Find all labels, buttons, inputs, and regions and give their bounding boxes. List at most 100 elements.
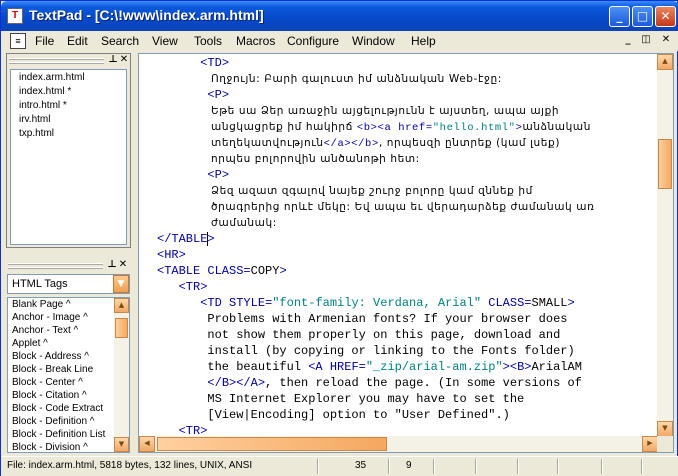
clip-item[interactable]: Block - Center ^ — [12, 377, 83, 388]
document-item[interactable]: index.html * — [19, 86, 71, 97]
code-line[interactable]: Problems with Armenian fonts? If your br… — [157, 311, 567, 327]
menu-configure[interactable]: Configure — [287, 34, 339, 48]
menu-help[interactable]: Help — [411, 34, 436, 48]
dropdown-arrow-icon[interactable]: ▼ — [113, 275, 129, 293]
clip-item[interactable]: Block - Code Extract — [12, 403, 103, 414]
menu-edit[interactable]: Edit — [67, 34, 88, 48]
vertical-scrollbar[interactable]: ▲ ▼ — [657, 54, 673, 437]
clip-item[interactable]: Anchor - Image ^ — [12, 312, 88, 323]
document-item[interactable]: txp.html — [19, 128, 54, 139]
code-line[interactable]: MS Internet Explorer you may have to set… — [157, 391, 524, 407]
vertical-scroll-thumb[interactable] — [658, 139, 672, 189]
scroll-left-icon[interactable]: ◀ — [139, 436, 155, 452]
clip-item[interactable]: Block - Address ^ — [12, 351, 89, 362]
clip-item[interactable]: Applet ^ — [12, 338, 48, 349]
clip-library-header[interactable]: ⊥ ✕ — [6, 259, 131, 273]
status-divider — [601, 459, 603, 474]
document-item[interactable]: irv.html — [19, 114, 50, 125]
menu-search[interactable]: Search — [101, 34, 139, 48]
scroll-up-icon[interactable]: ▲ — [114, 298, 129, 313]
document-list[interactable]: index.arm.html index.html * intro.html *… — [10, 69, 127, 245]
clip-item[interactable]: Block - Division ^ — [12, 442, 88, 452]
code-line[interactable]: <P> — [157, 87, 229, 103]
code-area[interactable]: <TD> Ողջույն: Բարի գալուստ իմ անձնական We… — [153, 54, 653, 438]
menu-window[interactable]: Window — [352, 34, 395, 48]
pane-grip[interactable] — [9, 58, 104, 60]
menu-bar: ≡ File Edit Search View Tools Macros Con… — [1, 31, 678, 51]
code-line[interactable]: install (by copying or linking to the Fo… — [157, 343, 574, 359]
code-line[interactable]: անցկացրեք իմ հակիրճ <b><a href="hello.ht… — [211, 119, 591, 136]
clip-item[interactable]: Blank Page ^ — [12, 299, 71, 310]
horizontal-scroll-thumb[interactable] — [157, 437, 387, 451]
code-text: , որպեսզի ընտրեք (կամ լսեք) — [378, 137, 561, 149]
clip-item[interactable]: Block - Break Line — [12, 364, 93, 375]
close-button[interactable]: ✕ — [655, 6, 676, 27]
document-selector-header[interactable]: ⊥ ✕ — [7, 54, 130, 68]
scroll-right-icon[interactable]: ▶ — [642, 436, 658, 452]
code-text: MS Internet Explorer you may have to set… — [157, 392, 525, 406]
close-pane-icon[interactable]: ✕ — [118, 54, 130, 66]
pane-grip[interactable] — [9, 62, 104, 64]
menu-view[interactable]: View — [152, 34, 178, 48]
code-tag: <HR> — [157, 248, 186, 262]
clip-item[interactable]: Block - Definition List — [12, 429, 105, 440]
document-minimize-button[interactable]: _ — [620, 33, 636, 47]
code-line[interactable]: the beautiful <A HREF="_zip/arial-am.zip… — [157, 359, 582, 375]
code-text: [View|Encoding] option to "User Defined"… — [157, 408, 510, 422]
code-line[interactable]: <TD> — [157, 55, 229, 71]
status-line: 35 — [355, 460, 367, 471]
code-tag: </B></A> — [207, 376, 266, 390]
code-line[interactable]: Ձեզ ազատ զգալով նայեք շուրջ բոլորը կամ զ… — [211, 183, 533, 199]
code-line[interactable]: <P> — [157, 167, 229, 183]
scroll-thumb[interactable] — [115, 318, 128, 338]
document-close-button[interactable]: ✕ — [658, 33, 674, 47]
minimize-button[interactable]: _ — [609, 6, 630, 27]
text-caret — [206, 232, 208, 246]
code-text: not show them properly on this page, dow… — [157, 328, 561, 342]
clip-item[interactable]: Block - Citation ^ — [12, 390, 87, 401]
code-line[interactable]: ժամանակ: — [211, 215, 277, 231]
code-line[interactable]: որպես բոլորովին անծանոթի հետ: — [211, 151, 420, 167]
menu-file[interactable]: File — [35, 34, 54, 48]
code-tag: <P> — [207, 168, 230, 182]
horizontal-scrollbar[interactable]: ◀ ▶ — [139, 436, 658, 452]
code-line[interactable]: <TD STYLE="font-family: Verdana, Arial" … — [157, 295, 575, 311]
code-line[interactable]: </B></A>, then reload the page. (In some… — [157, 375, 581, 391]
code-line[interactable]: <TR> — [157, 279, 208, 295]
code-line[interactable]: [View|Encoding] option to "User Defined"… — [157, 407, 510, 423]
clip-item[interactable]: Block - Definition ^ — [12, 416, 95, 427]
document-item-selected[interactable]: index.arm.html — [19, 72, 85, 83]
code-line[interactable]: տեղեկատվություն</a></b>, որպեսզի ընտրեք … — [211, 135, 560, 152]
code-line[interactable]: Ողջույն: Բարի գալուստ իմ անձնական Web-էջ… — [211, 71, 502, 87]
pane-grip[interactable] — [8, 267, 103, 269]
document-restore-button[interactable]: ◫ — [638, 33, 654, 47]
clip-item[interactable]: Anchor - Text ^ — [12, 325, 78, 336]
code-text: Ձեզ ազատ զգալով նայեք շուրջ բոլորը կամ զ… — [211, 185, 533, 197]
code-text: ծրագրերից որևէ մեկը: Եվ ապա եւ վերադարձե… — [211, 201, 595, 213]
editor-pane[interactable]: <TD> Ողջույն: Բարի գալուստ իմ անձնական We… — [138, 53, 674, 453]
code-text: SMALL — [531, 296, 568, 310]
clip-library-select[interactable]: HTML Tags ▼ — [7, 274, 130, 294]
clip-library-scrollbar[interactable]: ▲ ▼ — [114, 298, 129, 452]
code-line[interactable]: Եթե սա Ձեր առաջին այցելությունն է այստեղ… — [211, 103, 559, 119]
textpad-app-icon[interactable]: T — [7, 8, 23, 24]
code-line[interactable]: ծրագրերից որևէ մեկը: Եվ ապա եւ վերադարձե… — [211, 199, 594, 215]
maximize-button[interactable]: □ — [632, 6, 653, 27]
scroll-up-icon[interactable]: ▲ — [657, 54, 673, 70]
menu-tools[interactable]: Tools — [194, 34, 222, 48]
code-tag: <b><a href= — [356, 122, 433, 134]
document-item[interactable]: intro.html * — [19, 100, 67, 111]
scroll-down-icon[interactable]: ▼ — [657, 421, 673, 437]
pane-grip[interactable] — [8, 263, 103, 265]
code-tag: > — [567, 296, 575, 310]
close-pane-icon[interactable]: ✕ — [117, 259, 129, 271]
scroll-down-icon[interactable]: ▼ — [114, 437, 129, 452]
title-bar[interactable]: T TextPad - [C:\!www\index.arm.html] _ □… — [1, 1, 678, 31]
document-system-menu-icon[interactable]: ≡ — [10, 33, 26, 49]
clip-library-list[interactable]: Blank Page ^ Anchor - Image ^ Anchor - T… — [7, 297, 130, 453]
code-line[interactable]: <HR> — [157, 247, 186, 263]
menu-macros[interactable]: Macros — [236, 34, 275, 48]
code-line[interactable]: not show them properly on this page, dow… — [157, 327, 560, 343]
code-line[interactable]: <TABLE CLASS=COPY> — [157, 263, 287, 279]
